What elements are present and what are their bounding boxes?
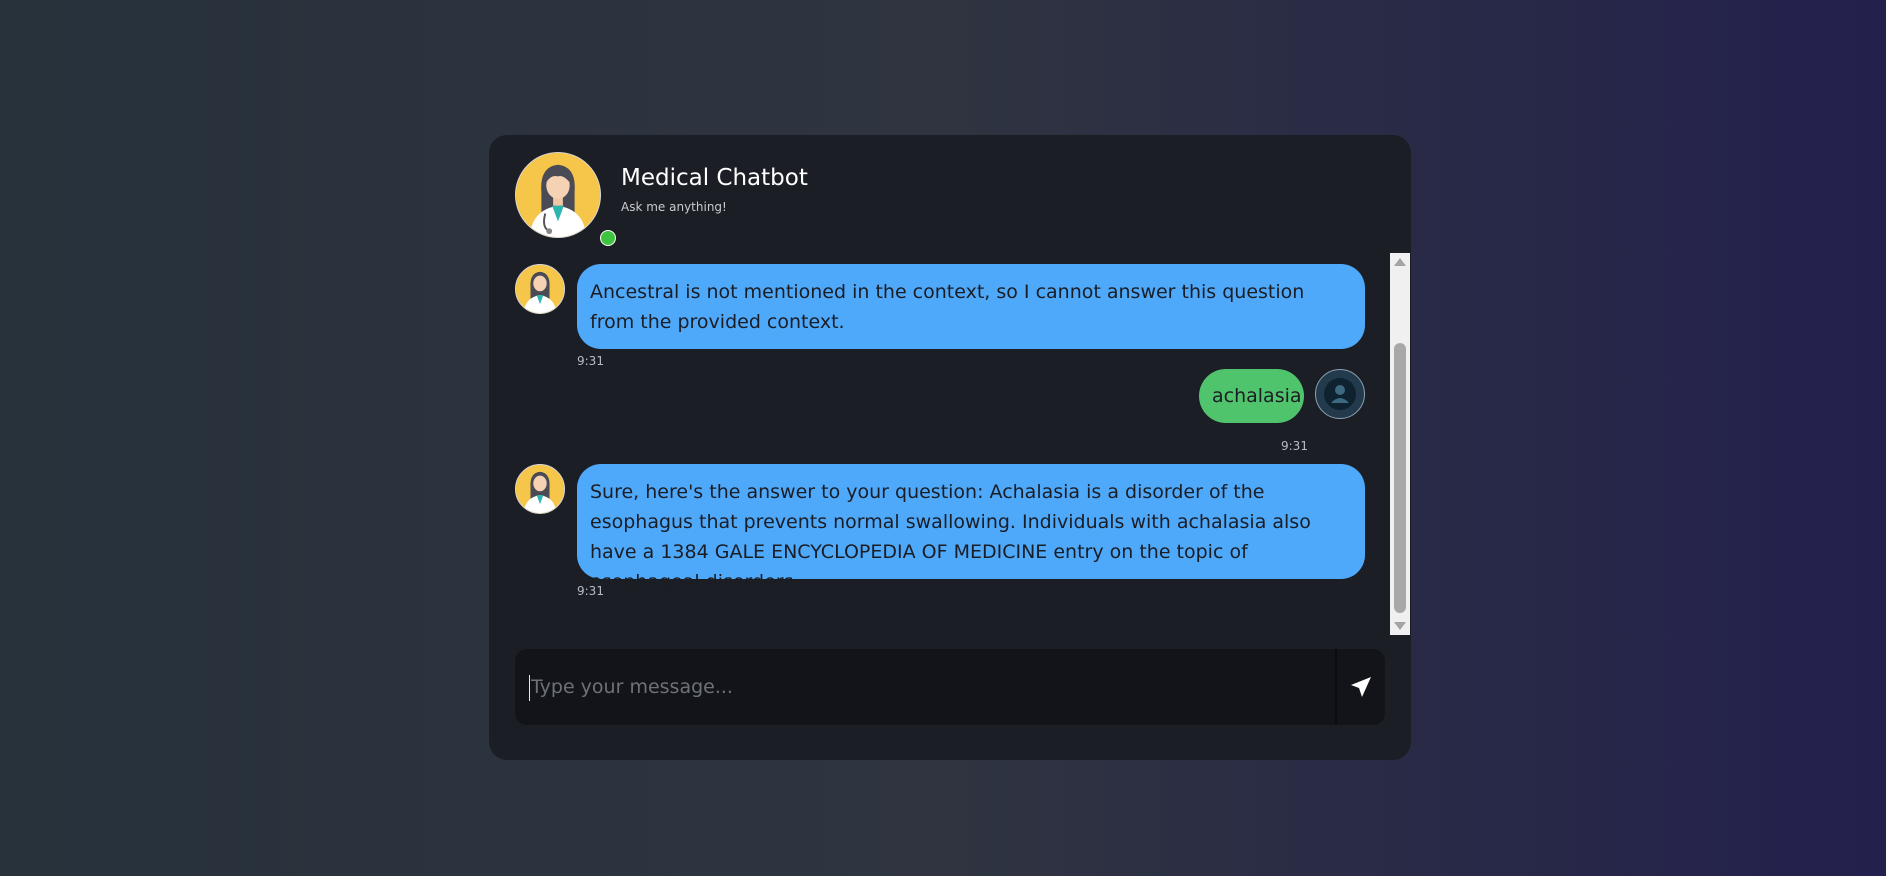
user-avatar (1315, 369, 1365, 419)
doctor-avatar (515, 152, 601, 238)
message-list[interactable]: Ancestral is not mentioned in the contex… (489, 253, 1411, 635)
message-composer (515, 649, 1385, 725)
online-status-dot (600, 230, 616, 246)
scroll-down-icon[interactable] (1394, 622, 1406, 630)
user-icon (1324, 378, 1356, 410)
scroll-up-icon[interactable] (1394, 258, 1406, 266)
chat-subtitle: Ask me anything! (621, 200, 727, 214)
send-button[interactable] (1335, 649, 1385, 725)
doctor-icon (516, 265, 564, 313)
bot-message-bubble: Sure, here's the answer to your question… (577, 464, 1365, 593)
send-arrow-icon (1351, 677, 1371, 697)
message-input[interactable] (515, 649, 1335, 725)
bot-message-bubble: Ancestral is not mentioned in the contex… (577, 264, 1365, 349)
scroll-thumb[interactable] (1394, 343, 1406, 613)
message-time: 9:31 (577, 354, 604, 368)
message-time: 9:31 (577, 584, 604, 598)
message-scrollbar[interactable] (1390, 253, 1410, 635)
chat-window: Medical Chatbot Ask me anything! Ancestr… (489, 135, 1411, 760)
chat-title: Medical Chatbot (621, 165, 808, 191)
user-message-bubble: achalasia (1199, 369, 1304, 423)
bot-avatar (515, 464, 565, 514)
text-caret (529, 675, 530, 701)
bot-avatar (515, 264, 565, 314)
message-time: 9:31 (1281, 439, 1308, 453)
doctor-icon (516, 465, 564, 513)
doctor-icon (516, 153, 600, 237)
chat-header: Medical Chatbot Ask me anything! (515, 151, 808, 246)
